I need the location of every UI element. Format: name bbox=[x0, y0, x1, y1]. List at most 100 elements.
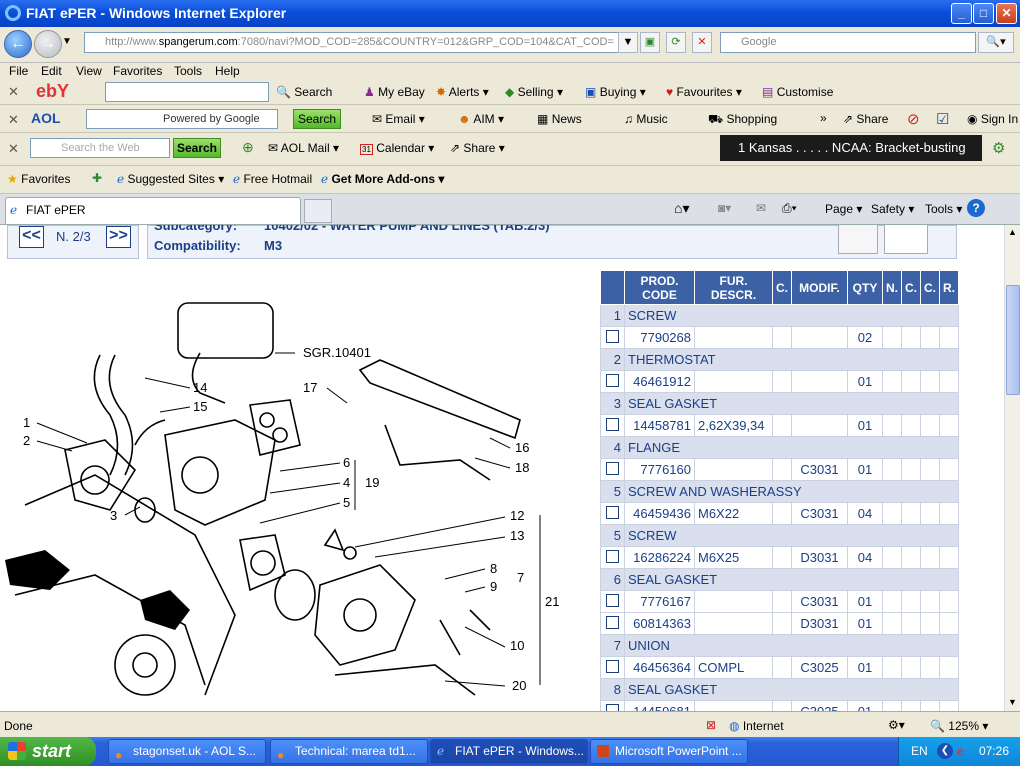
web-search-input[interactable]: Search the Web bbox=[30, 138, 170, 158]
gear-icon[interactable]: ⚙ bbox=[992, 139, 1005, 157]
share-button[interactable]: ⇗ Share bbox=[843, 112, 888, 126]
menu-help[interactable]: Help bbox=[215, 64, 240, 78]
minimize-button[interactable]: _ bbox=[951, 3, 972, 24]
aol-search-button[interactable]: Search bbox=[293, 109, 341, 129]
buying-button[interactable]: ▣ Buying ▾ bbox=[585, 85, 646, 99]
scroll-down-icon[interactable]: ▼ bbox=[1008, 697, 1017, 707]
page-menu[interactable]: Page ▾ bbox=[825, 202, 862, 216]
sign-in-button[interactable]: ◉ Sign In bbox=[967, 112, 1018, 126]
new-tab-button[interactable] bbox=[304, 199, 332, 223]
part-checkbox[interactable] bbox=[606, 329, 619, 343]
menu-view[interactable]: View bbox=[76, 64, 102, 78]
selling-button[interactable]: ◆ Selling ▾ bbox=[505, 85, 563, 99]
zone-settings-icon[interactable]: ⚙▾ bbox=[888, 718, 905, 732]
part-row[interactable]: 7776160 C3031 01 bbox=[600, 458, 959, 481]
address-dropdown-icon[interactable]: ▼ bbox=[618, 32, 638, 53]
news-ticker[interactable]: 1 Kansas . . . . . NCAA: Bracket-busting bbox=[720, 135, 982, 161]
task-aol[interactable]: ● stagonset.uk - AOL S... bbox=[108, 739, 266, 764]
part-checkbox[interactable] bbox=[606, 549, 619, 563]
share-button[interactable]: ⇗ Share ▾ bbox=[450, 141, 505, 155]
scroll-up-icon[interactable]: ▲ bbox=[1008, 227, 1017, 237]
task-powerpoint[interactable]: Microsoft PowerPoint ... bbox=[590, 739, 748, 764]
safety-menu[interactable]: Safety ▾ bbox=[871, 202, 914, 216]
part-row[interactable]: 7776167 C3031 01 bbox=[600, 590, 959, 613]
address-bar[interactable]: http://www.spangerum.com:7080/navi?MOD_C… bbox=[84, 32, 635, 53]
shopping-button[interactable]: ⛟ Shopping bbox=[708, 112, 777, 128]
history-dropdown-icon[interactable]: ▼ bbox=[62, 36, 72, 47]
part-row[interactable]: 60814363 D3031 01 bbox=[600, 612, 959, 635]
part-checkbox[interactable] bbox=[606, 659, 619, 673]
back-button[interactable]: ← bbox=[4, 30, 32, 58]
aol-search-input[interactable]: Powered by Google bbox=[86, 109, 278, 129]
close-toolbar-icon[interactable]: ✕ bbox=[8, 84, 19, 100]
menu-tools[interactable]: Tools bbox=[174, 64, 202, 78]
mail-icon[interactable]: ✉ bbox=[756, 201, 766, 215]
maximize-button[interactable]: □ bbox=[973, 3, 994, 24]
part-checkbox[interactable] bbox=[606, 373, 619, 387]
add-icon[interactable]: ⊕ bbox=[242, 139, 254, 156]
part-checkbox[interactable] bbox=[606, 703, 619, 711]
scrollbar-thumb[interactable] bbox=[1006, 285, 1020, 395]
part-checkbox[interactable] bbox=[606, 593, 619, 607]
alerts-button[interactable]: ✸ Alerts ▾ bbox=[436, 85, 489, 99]
part-row[interactable]: 14458781 2,62X39,34 01 bbox=[600, 414, 959, 437]
ebay-search-input[interactable] bbox=[105, 82, 269, 102]
search-icon[interactable]: 🔍▾ bbox=[978, 32, 1014, 53]
aol-mail-button[interactable]: ✉ AOL Mail ▾ bbox=[268, 141, 339, 155]
table-thumbnail-icon[interactable] bbox=[884, 225, 928, 254]
part-row[interactable]: 7790268 02 bbox=[600, 326, 959, 349]
ebay-tray-icon[interactable]: e bbox=[957, 737, 964, 765]
suggested-sites-link[interactable]: ℯ Suggested Sites ▾ bbox=[117, 172, 224, 186]
free-hotmail-link[interactable]: ℯ Free Hotmail bbox=[233, 172, 312, 186]
aim-button[interactable]: ☻ AIM ▾ bbox=[458, 112, 504, 126]
tools-menu[interactable]: Tools ▾ bbox=[925, 202, 962, 216]
menu-favorites[interactable]: Favorites bbox=[113, 64, 162, 78]
print-icon[interactable]: ⎙▾ bbox=[782, 201, 797, 216]
my-ebay-button[interactable]: ♟ My eBay bbox=[364, 85, 425, 99]
part-row[interactable]: 14459681 C302501 bbox=[600, 700, 959, 711]
menu-edit[interactable]: Edit bbox=[41, 64, 62, 78]
close-toolbar-icon[interactable]: ✕ bbox=[8, 141, 19, 157]
music-button[interactable]: ♫ Music bbox=[624, 112, 668, 126]
add-favorite-icon[interactable]: ✚ bbox=[92, 171, 102, 185]
task-technical[interactable]: ● Technical: marea td1... bbox=[270, 739, 428, 764]
menu-file[interactable]: File bbox=[9, 64, 28, 78]
part-row[interactable]: 46456364 COMPL C3025 01 bbox=[600, 656, 959, 679]
help-icon[interactable]: ? bbox=[967, 199, 985, 217]
chevron-more-icon[interactable]: » bbox=[820, 111, 827, 125]
exploded-parts-diagram[interactable]: SGR.10401 1 2 3 4 5 6 7 8 9 10 12 13 14 … bbox=[5, 295, 560, 711]
tab-fiat-eper[interactable]: ℯ FIAT ePER bbox=[5, 197, 301, 224]
task-fiat-eper[interactable]: ℯ FIAT ePER - Windows... bbox=[430, 739, 588, 764]
part-checkbox[interactable] bbox=[606, 461, 619, 475]
next-page-button[interactable]: >> bbox=[106, 226, 131, 248]
tray-arrow-icon[interactable]: ❮ bbox=[937, 743, 953, 759]
check-icon[interactable]: ☑ bbox=[936, 110, 949, 128]
part-row[interactable]: 46459436 M6X22 C3031 04 bbox=[600, 502, 959, 525]
zoom-control[interactable]: 🔍 125% ▾ bbox=[930, 719, 988, 733]
forward-button[interactable]: → bbox=[34, 30, 62, 58]
part-row[interactable]: 46461912 01 bbox=[600, 370, 959, 393]
blocker-icon[interactable]: ⊘ bbox=[907, 110, 920, 128]
web-search-input[interactable]: Google bbox=[720, 32, 976, 53]
part-checkbox[interactable] bbox=[606, 615, 619, 629]
start-button[interactable]: start bbox=[0, 737, 96, 766]
ebay-search-button[interactable]: 🔍 Search bbox=[276, 85, 332, 99]
part-checkbox[interactable] bbox=[606, 417, 619, 431]
prev-page-button[interactable]: << bbox=[19, 226, 44, 248]
ebay-logo[interactable]: ebY bbox=[36, 81, 69, 102]
email-button[interactable]: ✉ Email ▾ bbox=[372, 112, 425, 126]
stop-icon[interactable]: ✕ bbox=[692, 32, 712, 53]
news-button[interactable]: ▦ News bbox=[537, 112, 582, 126]
get-addons-link[interactable]: ℯ Get More Add-ons ▾ bbox=[321, 172, 444, 186]
vertical-scrollbar[interactable]: ▲ ▼ bbox=[1004, 225, 1020, 711]
close-button[interactable]: ✕ bbox=[996, 3, 1017, 24]
favorites-button[interactable]: ★ Favorites bbox=[7, 172, 70, 186]
language-indicator[interactable]: EN bbox=[911, 737, 928, 765]
part-checkbox[interactable] bbox=[606, 505, 619, 519]
close-toolbar-icon[interactable]: ✕ bbox=[8, 112, 19, 128]
customise-button[interactable]: ▤ Customise bbox=[762, 85, 833, 99]
part-row[interactable]: 16286224 M6X25 D3031 04 bbox=[600, 546, 959, 569]
favourites-button[interactable]: ♥ Favourites ▾ bbox=[666, 85, 742, 99]
part-thumbnail-icon[interactable] bbox=[838, 225, 878, 254]
home-icon[interactable]: ⌂▾ bbox=[674, 200, 689, 217]
